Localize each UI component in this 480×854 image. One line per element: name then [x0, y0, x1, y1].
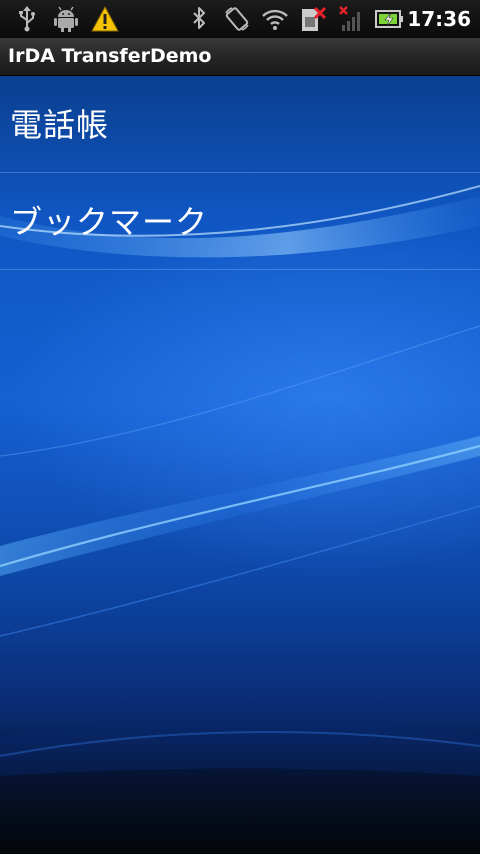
battery-icon	[374, 5, 404, 33]
list-item-phonebook[interactable]: 電話帳	[0, 76, 480, 173]
wifi-icon	[260, 5, 290, 33]
list-item-label: ブックマーク	[10, 203, 209, 241]
auto-rotate-icon	[222, 5, 252, 33]
no-signal-icon	[336, 5, 366, 33]
sim-error-icon	[298, 5, 328, 33]
usb-icon	[12, 5, 42, 33]
app-title: IrDA TransferDemo	[8, 45, 212, 67]
status-bar: 17:36	[0, 0, 480, 38]
list-item-bookmark[interactable]: ブックマーク	[0, 173, 480, 270]
status-clock: 17:36	[407, 7, 471, 31]
warning-icon	[90, 5, 120, 33]
title-bar: IrDA TransferDemo	[0, 38, 480, 76]
menu-list: 電話帳 ブックマーク	[0, 76, 480, 270]
content-area: 電話帳 ブックマーク	[0, 76, 480, 854]
android-debug-icon	[51, 5, 81, 33]
bluetooth-icon	[184, 5, 214, 33]
list-item-label: 電話帳	[10, 106, 110, 144]
